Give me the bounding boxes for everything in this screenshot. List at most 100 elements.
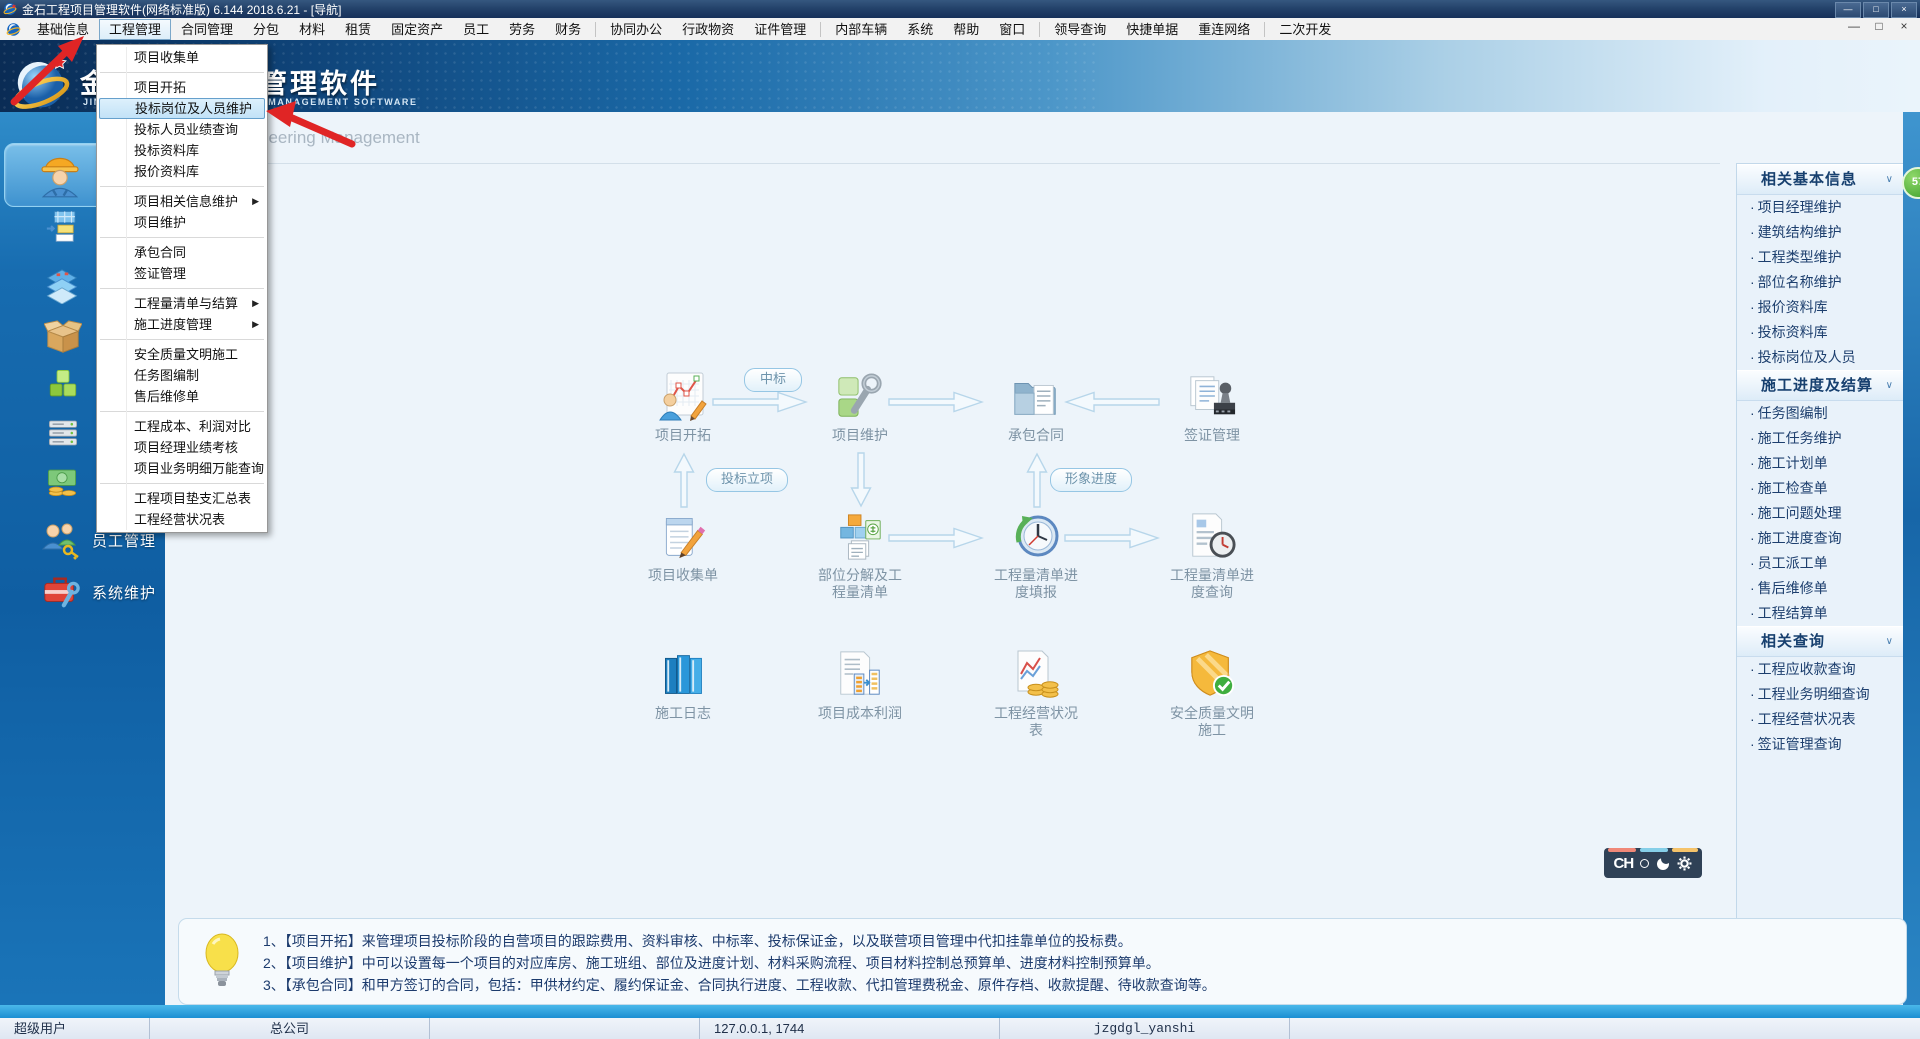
toolbar-ch-button[interactable]: CH	[1614, 855, 1634, 872]
flow-node-safety-quality[interactable]: 安全质量文明施工	[1152, 646, 1272, 739]
panel-link[interactable]: ·施工检查单	[1737, 476, 1904, 501]
bottom-accent-band	[0, 1005, 1920, 1018]
menu-leader-query[interactable]: 领导查询	[1044, 19, 1116, 40]
menu-vehicles[interactable]: 内部车辆	[825, 19, 897, 40]
panel-link[interactable]: ·建筑结构维护	[1737, 220, 1904, 245]
mdi-close-button[interactable]: ×	[1896, 19, 1912, 33]
dropdown-item-project-maintenance[interactable]: 项目维护	[97, 212, 267, 233]
minimize-button[interactable]: —	[1835, 2, 1861, 18]
flow-node-progress-query[interactable]: 工程量清单进度查询	[1152, 508, 1272, 601]
dropdown-item-bidder-performance[interactable]: 投标人员业绩查询	[97, 119, 267, 140]
panel-link[interactable]: ·员工派工单	[1737, 551, 1904, 576]
panel-link[interactable]: ·投标资料库	[1737, 320, 1904, 345]
dropdown-item-manager-assessment[interactable]: 项目经理业绩考核	[97, 437, 267, 458]
menu-basic-info[interactable]: 基础信息	[27, 19, 99, 40]
dropdown-item-cost-profit-compare[interactable]: 工程成本、利润对比	[97, 416, 267, 437]
flow-node-cost-profit[interactable]: 项目成本利润	[800, 646, 920, 722]
menu-leasing[interactable]: 租赁	[335, 19, 381, 40]
menu-secondary-dev[interactable]: 二次开发	[1269, 19, 1341, 40]
dropdown-item-project-related-info[interactable]: 项目相关信息维护▶	[97, 191, 267, 212]
panel-link[interactable]: ·工程结算单	[1737, 601, 1904, 626]
menu-materials[interactable]: 材料	[289, 19, 335, 40]
flow-node-label: 工程量清单进度填报	[976, 567, 1096, 601]
menu-labor[interactable]: 劳务	[499, 19, 545, 40]
menu-collaboration[interactable]: 协同办公	[600, 19, 672, 40]
dropdown-item-business-status[interactable]: 工程经营状况表	[97, 509, 267, 530]
dropdown-item-task-diagram[interactable]: 任务图编制	[97, 365, 267, 386]
menu-quick-docs[interactable]: 快捷单据	[1116, 19, 1188, 40]
dropdown-item-project-collection[interactable]: 项目收集单	[97, 47, 267, 68]
flow-pill-win-bid: 中标	[744, 368, 802, 392]
close-button[interactable]: ×	[1891, 2, 1917, 18]
panel-link[interactable]: ·施工问题处理	[1737, 501, 1904, 526]
panel-link[interactable]: ·项目经理维护	[1737, 195, 1904, 220]
panel-link[interactable]: ·部位名称维护	[1737, 270, 1904, 295]
panel-link[interactable]: ·报价资料库	[1737, 295, 1904, 320]
status-company: 总公司	[150, 1018, 430, 1039]
panel-link[interactable]: ·工程经营状况表	[1737, 707, 1904, 732]
flow-node-construction-log[interactable]: 施工日志	[623, 646, 743, 722]
dropdown-item-universal-query[interactable]: 项目业务明细万能查询	[97, 458, 267, 479]
panel-link[interactable]: ·工程业务明细查询	[1737, 682, 1904, 707]
panel-link[interactable]: ·签证管理查询	[1737, 732, 1904, 757]
server-stack-icon[interactable]	[47, 417, 79, 449]
dropdown-item-bid-library[interactable]: 投标资料库	[97, 140, 267, 161]
panel-link[interactable]: ·施工进度查询	[1737, 526, 1904, 551]
panel-link[interactable]: ·工程类型维护	[1737, 245, 1904, 270]
flow-node-visa-management[interactable]: 签证管理	[1152, 368, 1272, 444]
bullet: ·	[1750, 455, 1755, 471]
panel-link[interactable]: ·施工计划单	[1737, 451, 1904, 476]
dropdown-item-bid-position-highlighted[interactable]: 投标岗位及人员维护	[99, 98, 265, 119]
panel-section-progress-settlement[interactable]: 施工进度及结算 ∨	[1737, 370, 1904, 401]
flow-node-project-collection[interactable]: 项目收集单	[623, 508, 743, 584]
panel-link[interactable]: ·任务图编制	[1737, 401, 1904, 426]
green-cubes-icon[interactable]	[46, 367, 80, 401]
menu-admin-supplies[interactable]: 行政物资	[672, 19, 744, 40]
panel-section-basic-info[interactable]: 相关基本信息 ∨	[1737, 164, 1904, 195]
toolbar-strip-yellow	[1672, 848, 1698, 852]
menu-employees[interactable]: 员工	[453, 19, 499, 40]
money-icon[interactable]	[45, 465, 79, 499]
menu-finance[interactable]: 财务	[545, 19, 591, 40]
dropdown-item-advance-summary[interactable]: 工程项目垫支汇总表	[97, 488, 267, 509]
tip-line: 2、【项目维护】中可以设置每一个项目的对应库房、施工班组、部位及进度计划、材料采…	[263, 953, 1160, 973]
menu-reconnect[interactable]: 重连网络	[1188, 19, 1260, 40]
panel-link[interactable]: ·投标岗位及人员	[1737, 345, 1904, 370]
flow-node-progress-report[interactable]: 工程量清单进度填报	[976, 508, 1096, 601]
menu-help[interactable]: 帮助	[943, 19, 989, 40]
dropdown-item-project-development[interactable]: 项目开拓	[97, 77, 267, 98]
dropdown-item-visa-management[interactable]: 签证管理	[97, 263, 267, 284]
maximize-button[interactable]: □	[1863, 2, 1889, 18]
blocks-doc-icon	[835, 512, 885, 562]
gear-icon[interactable]	[1677, 856, 1692, 871]
menu-contract-management[interactable]: 合同管理	[171, 19, 243, 40]
dropdown-item-quote-library[interactable]: 报价资料库	[97, 161, 267, 182]
dropdown-item-after-sales[interactable]: 售后维修单	[97, 386, 267, 407]
panels-icon[interactable]	[46, 209, 80, 243]
dropdown-item-label: 工程成本、利润对比	[134, 419, 251, 434]
dropdown-item-progress-management[interactable]: 施工进度管理▶	[97, 314, 267, 335]
panel-link[interactable]: ·施工任务维护	[1737, 426, 1904, 451]
flow-node-business-status[interactable]: 工程经营状况表	[976, 646, 1096, 739]
open-box-icon[interactable]	[44, 318, 82, 356]
panel-link-label: 建筑结构维护	[1758, 224, 1842, 240]
flow-node-bom-breakdown[interactable]: 部位分解及工程量清单	[800, 508, 920, 601]
menu-fixed-assets[interactable]: 固定资产	[381, 19, 453, 40]
circle-icon[interactable]	[1640, 859, 1649, 868]
dropdown-item-safety-quality[interactable]: 安全质量文明施工	[97, 344, 267, 365]
mdi-minimize-button[interactable]: —	[1846, 19, 1862, 33]
panel-link[interactable]: ·售后维修单	[1737, 576, 1904, 601]
menu-subcontract[interactable]: 分包	[243, 19, 289, 40]
menu-window[interactable]: 窗口	[989, 19, 1035, 40]
menu-certificates[interactable]: 证件管理	[744, 19, 816, 40]
layers-icon[interactable]	[44, 268, 80, 304]
panel-link[interactable]: ·工程应收款查询	[1737, 657, 1904, 682]
dropdown-item-boq-settlement[interactable]: 工程量清单与结算▶	[97, 293, 267, 314]
menu-project-management[interactable]: 工程管理	[99, 19, 171, 40]
mdi-restore-button[interactable]: □	[1871, 19, 1887, 33]
dropdown-item-contract[interactable]: 承包合同	[97, 242, 267, 263]
panel-section-related-query[interactable]: 相关查询 ∨	[1737, 626, 1904, 657]
menu-system[interactable]: 系统	[897, 19, 943, 40]
worker-icon[interactable]	[36, 150, 84, 198]
moon-icon[interactable]	[1656, 856, 1670, 870]
